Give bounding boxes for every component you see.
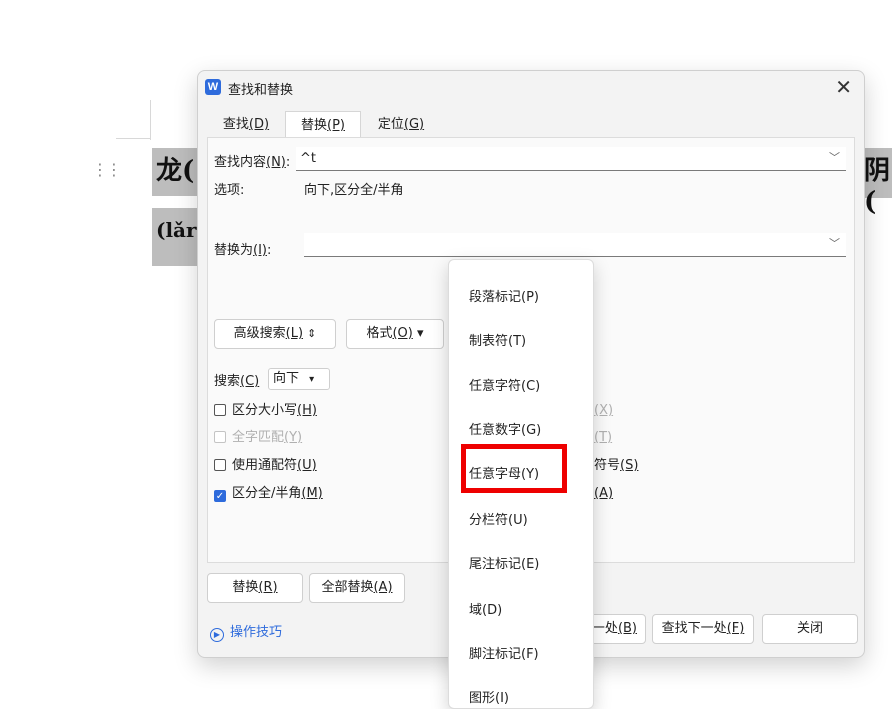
wps-logo-icon: W [205, 79, 221, 95]
highlight-annotation-box [461, 444, 567, 493]
document-margin-marker [150, 100, 151, 140]
dialog-title-bar[interactable]: W 查找和替换 ✕ [198, 71, 864, 105]
tab-replace[interactable]: 替换(P) [285, 111, 361, 138]
replace-with-input[interactable]: ﹀ [304, 233, 846, 257]
options-value: 向下,区分全/半角 [304, 183, 404, 198]
whole-word-checkbox: 全字匹配(Y) [214, 429, 302, 447]
tab-find[interactable]: 查找(D) [207, 111, 285, 138]
menu-item-any-digit[interactable]: 任意数字(G) [469, 419, 541, 438]
dialog-title: 查找和替换 [228, 83, 294, 98]
checkbox-icon[interactable] [214, 404, 226, 416]
replace-all-button[interactable]: 全部替换(A) [309, 573, 405, 603]
width-sensitive-checkbox[interactable]: ✓ 区分全/半角(M) [214, 485, 323, 503]
options-label: 选项: [214, 183, 245, 198]
checkbox-icon [214, 431, 226, 443]
chevron-down-icon[interactable]: ﹀ [829, 149, 840, 165]
menu-item-field[interactable]: 域(D) [469, 599, 502, 618]
expand-icon: ⇕ [307, 327, 317, 340]
menu-item-footnote-mark[interactable]: 脚注标记(F) [469, 643, 539, 662]
document-ruler-line [116, 138, 150, 139]
find-content-value: ^t [300, 151, 316, 166]
find-next-button[interactable]: 查找下一处(F) [652, 614, 754, 644]
wildcards-checkbox[interactable]: 使用通配符(U) [214, 457, 317, 475]
play-circle-icon: ▶ [210, 628, 224, 642]
advanced-search-button[interactable]: 高级搜索(L) ⇕ [214, 319, 336, 349]
tips-link[interactable]: ▶ 操作技巧 [210, 621, 282, 642]
drag-handle-icon[interactable]: ⋮⋮ [92, 160, 122, 179]
menu-item-tab-character[interactable]: 制表符(T) [469, 330, 526, 349]
tab-goto[interactable]: 定位(G) [361, 111, 441, 138]
search-direction-select[interactable]: 向下 ▾ [268, 368, 330, 390]
replace-button[interactable]: 替换(R) [207, 573, 303, 603]
checkmark-icon[interactable]: ✓ [214, 490, 226, 502]
find-content-label: 查找内容(N): [214, 155, 291, 170]
menu-item-paragraph-mark[interactable]: 段落标记(P) [469, 286, 539, 305]
close-button[interactable]: 关闭 [762, 614, 858, 644]
close-icon[interactable]: ✕ [835, 76, 852, 98]
menu-item-endnote-mark[interactable]: 尾注标记(E) [469, 553, 539, 572]
search-direction-label: 搜索(C) [214, 374, 260, 389]
dropdown-arrow-icon: ▾ [309, 374, 315, 385]
format-button[interactable]: 格式(O) ▾ [346, 319, 444, 349]
document-pinyin-text: (lǎr [152, 208, 200, 266]
replace-with-label: 替换为(I): [214, 243, 272, 258]
document-text-right: 阴( [862, 148, 892, 217]
menu-item-any-character[interactable]: 任意字符(C) [469, 375, 540, 394]
menu-item-column-break[interactable]: 分栏符(U) [469, 509, 528, 528]
checkbox-icon[interactable] [214, 459, 226, 471]
match-case-checkbox[interactable]: 区分大小写(H) [214, 402, 317, 420]
dropdown-arrow-icon: ▾ [417, 326, 424, 341]
menu-item-graphic[interactable]: 图形(I) [469, 687, 509, 706]
find-content-input[interactable]: ^t ﹀ [296, 147, 846, 171]
chevron-down-icon[interactable]: ﹀ [829, 235, 840, 251]
